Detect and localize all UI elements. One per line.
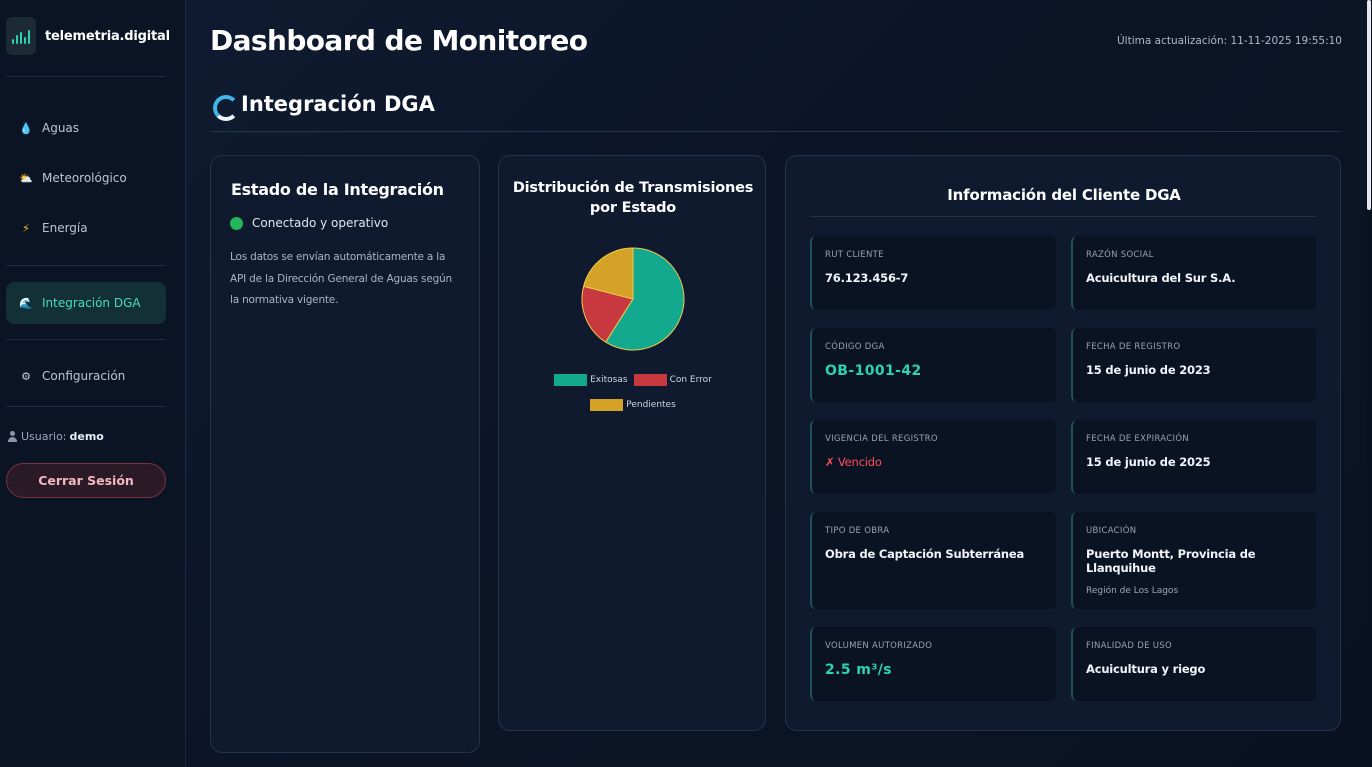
info-value: 15 de junio de 2025 <box>1086 455 1211 469</box>
chart-title-line1: Distribución de Transmisiones <box>512 180 754 196</box>
integration-status-card: Estado de la Integración Conectado y ope… <box>210 155 480 753</box>
droplet-icon: 💧 <box>19 121 33 135</box>
sun-cloud-icon: ⛅ <box>19 171 33 185</box>
brand-logo-icon <box>6 17 36 55</box>
legend-label: Con Error <box>669 375 712 385</box>
user-label: Usuario: <box>21 430 67 443</box>
section-title-text: Integración DGA <box>241 92 435 116</box>
sidebar-divider <box>6 76 166 77</box>
info-label: TIPO DE OBRA <box>825 526 890 536</box>
lightning-icon: ⚡ <box>22 221 30 235</box>
legend-swatch-exitosas <box>554 374 588 386</box>
page-scrollbar[interactable] <box>1366 0 1372 767</box>
chart-legend-row-1: Exitosas Con Error <box>499 374 767 386</box>
status-dot-icon <box>230 216 243 230</box>
sidebar-item-label: Meteorológico <box>42 171 127 185</box>
legend-label: Exitosas <box>590 375 628 385</box>
info-label: UBICACIÓN <box>1086 526 1137 536</box>
wave-icon <box>212 93 239 121</box>
legend-item-exitosas[interactable]: Exitosas <box>554 374 628 386</box>
sidebar-item-integracion-dga[interactable]: 🌊 Integración DGA <box>6 282 166 324</box>
status-text: Conectado y operativo <box>252 216 389 230</box>
sidebar-item-aguas[interactable]: 💧 Aguas <box>6 107 166 149</box>
sidebar-item-label: Aguas <box>42 121 80 135</box>
chart-legend-row-2: Pendientes <box>499 399 767 411</box>
info-value: Obra de Captación Subterránea <box>825 547 1025 561</box>
info-fecha-registro: FECHA DE REGISTRO 15 de junio de 2023 <box>1071 328 1316 402</box>
status-description: Los datos se envían automáticamente a la… <box>230 251 452 306</box>
info-value: Puerto Montt, Provincia de Llanquihue <box>1086 547 1256 575</box>
info-label: RAZÓN SOCIAL <box>1086 250 1154 260</box>
wave-icon: 🌊 <box>19 296 33 310</box>
info-rut-cliente: RUT CLIENTE 76.123.456-7 <box>810 236 1056 310</box>
info-ubicacion: UBICACIÓN Puerto Montt, Provincia de Lla… <box>1071 512 1316 609</box>
info-label: FINALIDAD DE USO <box>1086 641 1172 651</box>
sidebar-item-label: Energía <box>42 221 88 235</box>
sidebar-item-energia[interactable]: ⚡ Energía <box>6 207 166 249</box>
sidebar-item-meteorologico[interactable]: ⛅ Meteorológico <box>6 157 166 199</box>
sidebar-item-label: Configuración <box>42 369 126 383</box>
info-razon-social: RAZÓN SOCIAL Acuicultura del Sur S.A. <box>1071 236 1316 310</box>
info-value: Acuicultura del Sur S.A. <box>1086 271 1236 285</box>
legend-swatch-con-error <box>633 374 667 386</box>
gear-icon: ⚙ <box>21 369 31 383</box>
info-label: VIGENCIA DEL REGISTRO <box>825 434 938 444</box>
legend-swatch-pendientes <box>590 399 624 411</box>
info-fecha-expiracion: FECHA DE EXPIRACIÓN 15 de junio de 2025 <box>1071 420 1316 494</box>
info-codigo-dga: CÓDIGO DGA OB-1001-42 <box>810 328 1056 402</box>
info-tipo-obra: TIPO DE OBRA Obra de Captación Subterrán… <box>810 512 1056 609</box>
transmissions-chart-card: Distribución de Transmisiones por Estado… <box>498 155 766 731</box>
status-card-title: Estado de la Integración <box>231 180 444 199</box>
pie-chart <box>581 247 685 351</box>
info-volumen-autorizado: VOLUMEN AUTORIZADO 2.5 m³/s <box>810 627 1056 701</box>
sidebar: telemetria.digital 💧 Aguas ⛅ Meteorológi… <box>0 0 186 767</box>
user-icon <box>8 431 17 442</box>
app-window: telemetria.digital 💧 Aguas ⛅ Meteorológi… <box>0 0 1372 767</box>
chart-title-line2: por Estado <box>589 200 677 216</box>
scrollbar-thumb[interactable] <box>1367 0 1371 210</box>
info-label: VOLUMEN AUTORIZADO <box>825 641 933 651</box>
logout-button[interactable]: Cerrar Sesión <box>6 463 166 498</box>
status-indicator: Conectado y operativo <box>230 216 388 230</box>
chart-title: Distribución de Transmisiones por Estado <box>509 178 757 218</box>
info-value: 15 de junio de 2023 <box>1086 363 1211 377</box>
client-card-title: Información del Cliente DGA <box>947 186 1181 204</box>
legend-item-pendientes[interactable]: Pendientes <box>590 399 676 411</box>
last-update-timestamp: Última actualización: 11-11-2025 19:55:1… <box>1117 35 1342 47</box>
info-label: RUT CLIENTE <box>825 250 884 260</box>
user-info: Usuario: demo <box>8 430 104 443</box>
info-label: FECHA DE EXPIRACIÓN <box>1086 434 1189 444</box>
section-title: Integración DGA <box>212 92 435 121</box>
sidebar-divider <box>6 339 166 340</box>
sidebar-divider <box>6 265 166 266</box>
section-divider <box>210 131 1341 132</box>
expired-status-badge: ✗ Vencido <box>825 455 882 469</box>
sidebar-divider <box>6 406 166 407</box>
info-finalidad-uso: FINALIDAD DE USO Acuicultura y riego <box>1071 627 1316 701</box>
page-title: Dashboard de Monitoreo <box>210 24 588 57</box>
sidebar-item-configuracion[interactable]: ⚙ Configuración <box>6 355 166 397</box>
info-label: FECHA DE REGISTRO <box>1086 342 1181 352</box>
info-label: CÓDIGO DGA <box>825 342 885 352</box>
client-info-card: Información del Cliente DGA RUT CLIENTE … <box>785 155 1341 731</box>
user-name: demo <box>69 430 104 443</box>
info-vigencia-registro: VIGENCIA DEL REGISTRO ✗ Vencido <box>810 420 1056 494</box>
info-value: Acuicultura y riego <box>1086 662 1206 676</box>
info-value: 76.123.456-7 <box>825 271 909 285</box>
legend-item-con-error[interactable]: Con Error <box>633 374 712 386</box>
brand[interactable]: telemetria.digital <box>6 16 170 56</box>
info-sub: Región de Los Lagos <box>1086 586 1179 596</box>
client-card-divider <box>810 216 1316 217</box>
sidebar-item-label: Integración DGA <box>42 296 141 310</box>
legend-label: Pendientes <box>626 400 676 410</box>
brand-name: telemetria.digital <box>45 28 170 44</box>
info-value: 2.5 m³/s <box>825 662 893 678</box>
info-value: OB-1001-42 <box>825 363 922 379</box>
